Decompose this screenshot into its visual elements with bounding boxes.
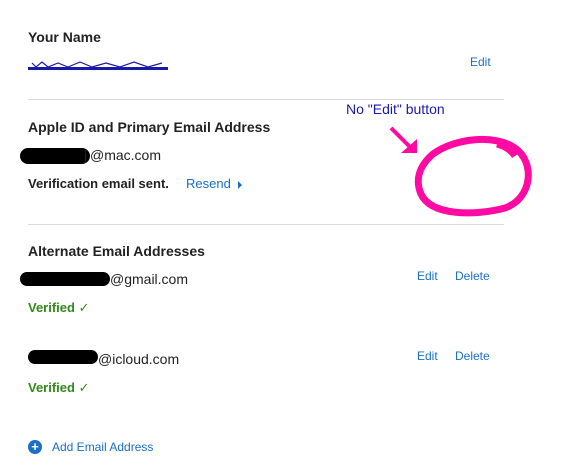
name-value-redacted — [28, 58, 168, 72]
primary-email-domain: @mac.com — [90, 147, 161, 163]
verified-status: Verified ✓ — [28, 300, 90, 316]
verification-status-text: Verification email sent. — [28, 176, 169, 191]
add-email-button[interactable]: + Add Email Address — [28, 440, 153, 454]
annotation-drawing — [389, 126, 532, 217]
annotation-text: No "Edit" button — [346, 101, 445, 117]
alternate-email-domain: @icloud.com — [98, 351, 180, 367]
primary-email-heading: Apple ID and Primary Email Address — [28, 119, 271, 135]
chevron-right-icon — [238, 180, 243, 189]
primary-email-tail-char: j — [84, 147, 88, 163]
plus-circle-icon: + — [28, 440, 42, 454]
add-email-label: Add Email Address — [52, 440, 154, 454]
alternate-email-delete-button[interactable]: Delete — [455, 349, 490, 363]
verified-label: Verified — [28, 300, 75, 315]
verified-status: Verified ✓ — [28, 380, 90, 396]
redaction-mark — [20, 148, 90, 164]
alternate-email-edit-button[interactable]: Edit — [417, 349, 438, 363]
alternate-email-delete-button[interactable]: Delete — [455, 269, 490, 283]
verified-label: Verified — [28, 380, 75, 395]
alternate-emails-heading: Alternate Email Addresses — [28, 243, 205, 259]
checkmark-icon: ✓ — [78, 300, 90, 315]
redaction-mark — [28, 350, 98, 364]
alternate-email-edit-button[interactable]: Edit — [417, 269, 438, 283]
checkmark-icon: ✓ — [78, 380, 90, 395]
alternate-email-domain: @gmail.com — [110, 271, 189, 287]
divider — [28, 224, 504, 225]
resend-link[interactable]: Resend — [186, 176, 243, 191]
divider — [28, 99, 504, 100]
resend-label: Resend — [186, 176, 231, 191]
redaction-mark — [20, 272, 110, 286]
name-edit-button[interactable]: Edit — [470, 55, 491, 69]
your-name-heading: Your Name — [28, 29, 101, 45]
